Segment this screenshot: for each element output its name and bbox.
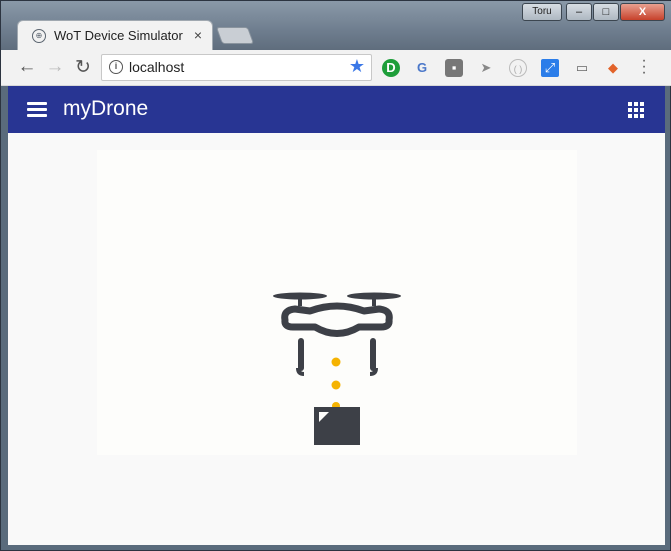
app-title: myDrone xyxy=(63,97,149,120)
info-icon[interactable]: i xyxy=(109,60,123,74)
maximize-button[interactable]: □ xyxy=(593,3,619,21)
extension-icon-1[interactable]: D xyxy=(382,59,400,77)
cast-icon[interactable]: ▭ xyxy=(573,59,591,77)
user-profile-button[interactable]: Toru xyxy=(522,3,562,21)
package-icon xyxy=(314,407,360,445)
app-bar: myDrone xyxy=(8,86,665,133)
cursor-extension-icon[interactable]: ➤ xyxy=(477,59,495,77)
browser-menu-icon[interactable]: · · · xyxy=(637,53,651,81)
forward-icon[interactable]: → xyxy=(44,56,66,78)
url-text[interactable]: localhost xyxy=(129,59,184,75)
back-icon[interactable]: ← xyxy=(16,56,38,78)
simulation-canvas xyxy=(97,150,577,455)
page-content: myDrone xyxy=(8,86,665,545)
bookmark-star-icon[interactable]: ★ xyxy=(349,56,365,77)
window-titlebar[interactable]: Toru – □ X ⊕ WoT Device Simulator × xyxy=(1,1,671,51)
close-window-button[interactable]: X xyxy=(620,3,665,21)
extension-icon-3[interactable]: ▪ xyxy=(445,59,463,77)
reload-icon[interactable]: ↻ xyxy=(72,56,94,79)
hamburger-menu-icon[interactable] xyxy=(27,102,47,117)
drone-scene xyxy=(273,292,401,445)
new-tab-button[interactable] xyxy=(215,27,255,44)
gitlab-icon[interactable]: ◆ xyxy=(604,59,622,77)
browser-tab[interactable]: ⊕ WoT Device Simulator × xyxy=(17,20,213,50)
minimize-button[interactable]: – xyxy=(566,3,592,21)
tab-title: WoT Device Simulator xyxy=(54,28,183,43)
extension-icon-5[interactable]: ( ) xyxy=(509,59,527,77)
tab-close-icon[interactable]: × xyxy=(194,27,202,43)
translate-extension-icon[interactable]: G xyxy=(413,59,431,77)
apps-grid-icon[interactable] xyxy=(628,102,644,118)
globe-icon: ⊕ xyxy=(32,29,46,43)
address-bar[interactable]: i localhost ★ xyxy=(101,54,372,81)
browser-window: Toru – □ X ⊕ WoT Device Simulator × ← → … xyxy=(0,0,671,551)
extension-icon-6[interactable]: ⤢ xyxy=(541,59,559,77)
browser-toolbar: ← → ↻ i localhost ★ D G ▪ ➤ ( ) ⤢ ▭ ◆ · ·… xyxy=(1,50,671,86)
payload-dots xyxy=(331,357,341,410)
